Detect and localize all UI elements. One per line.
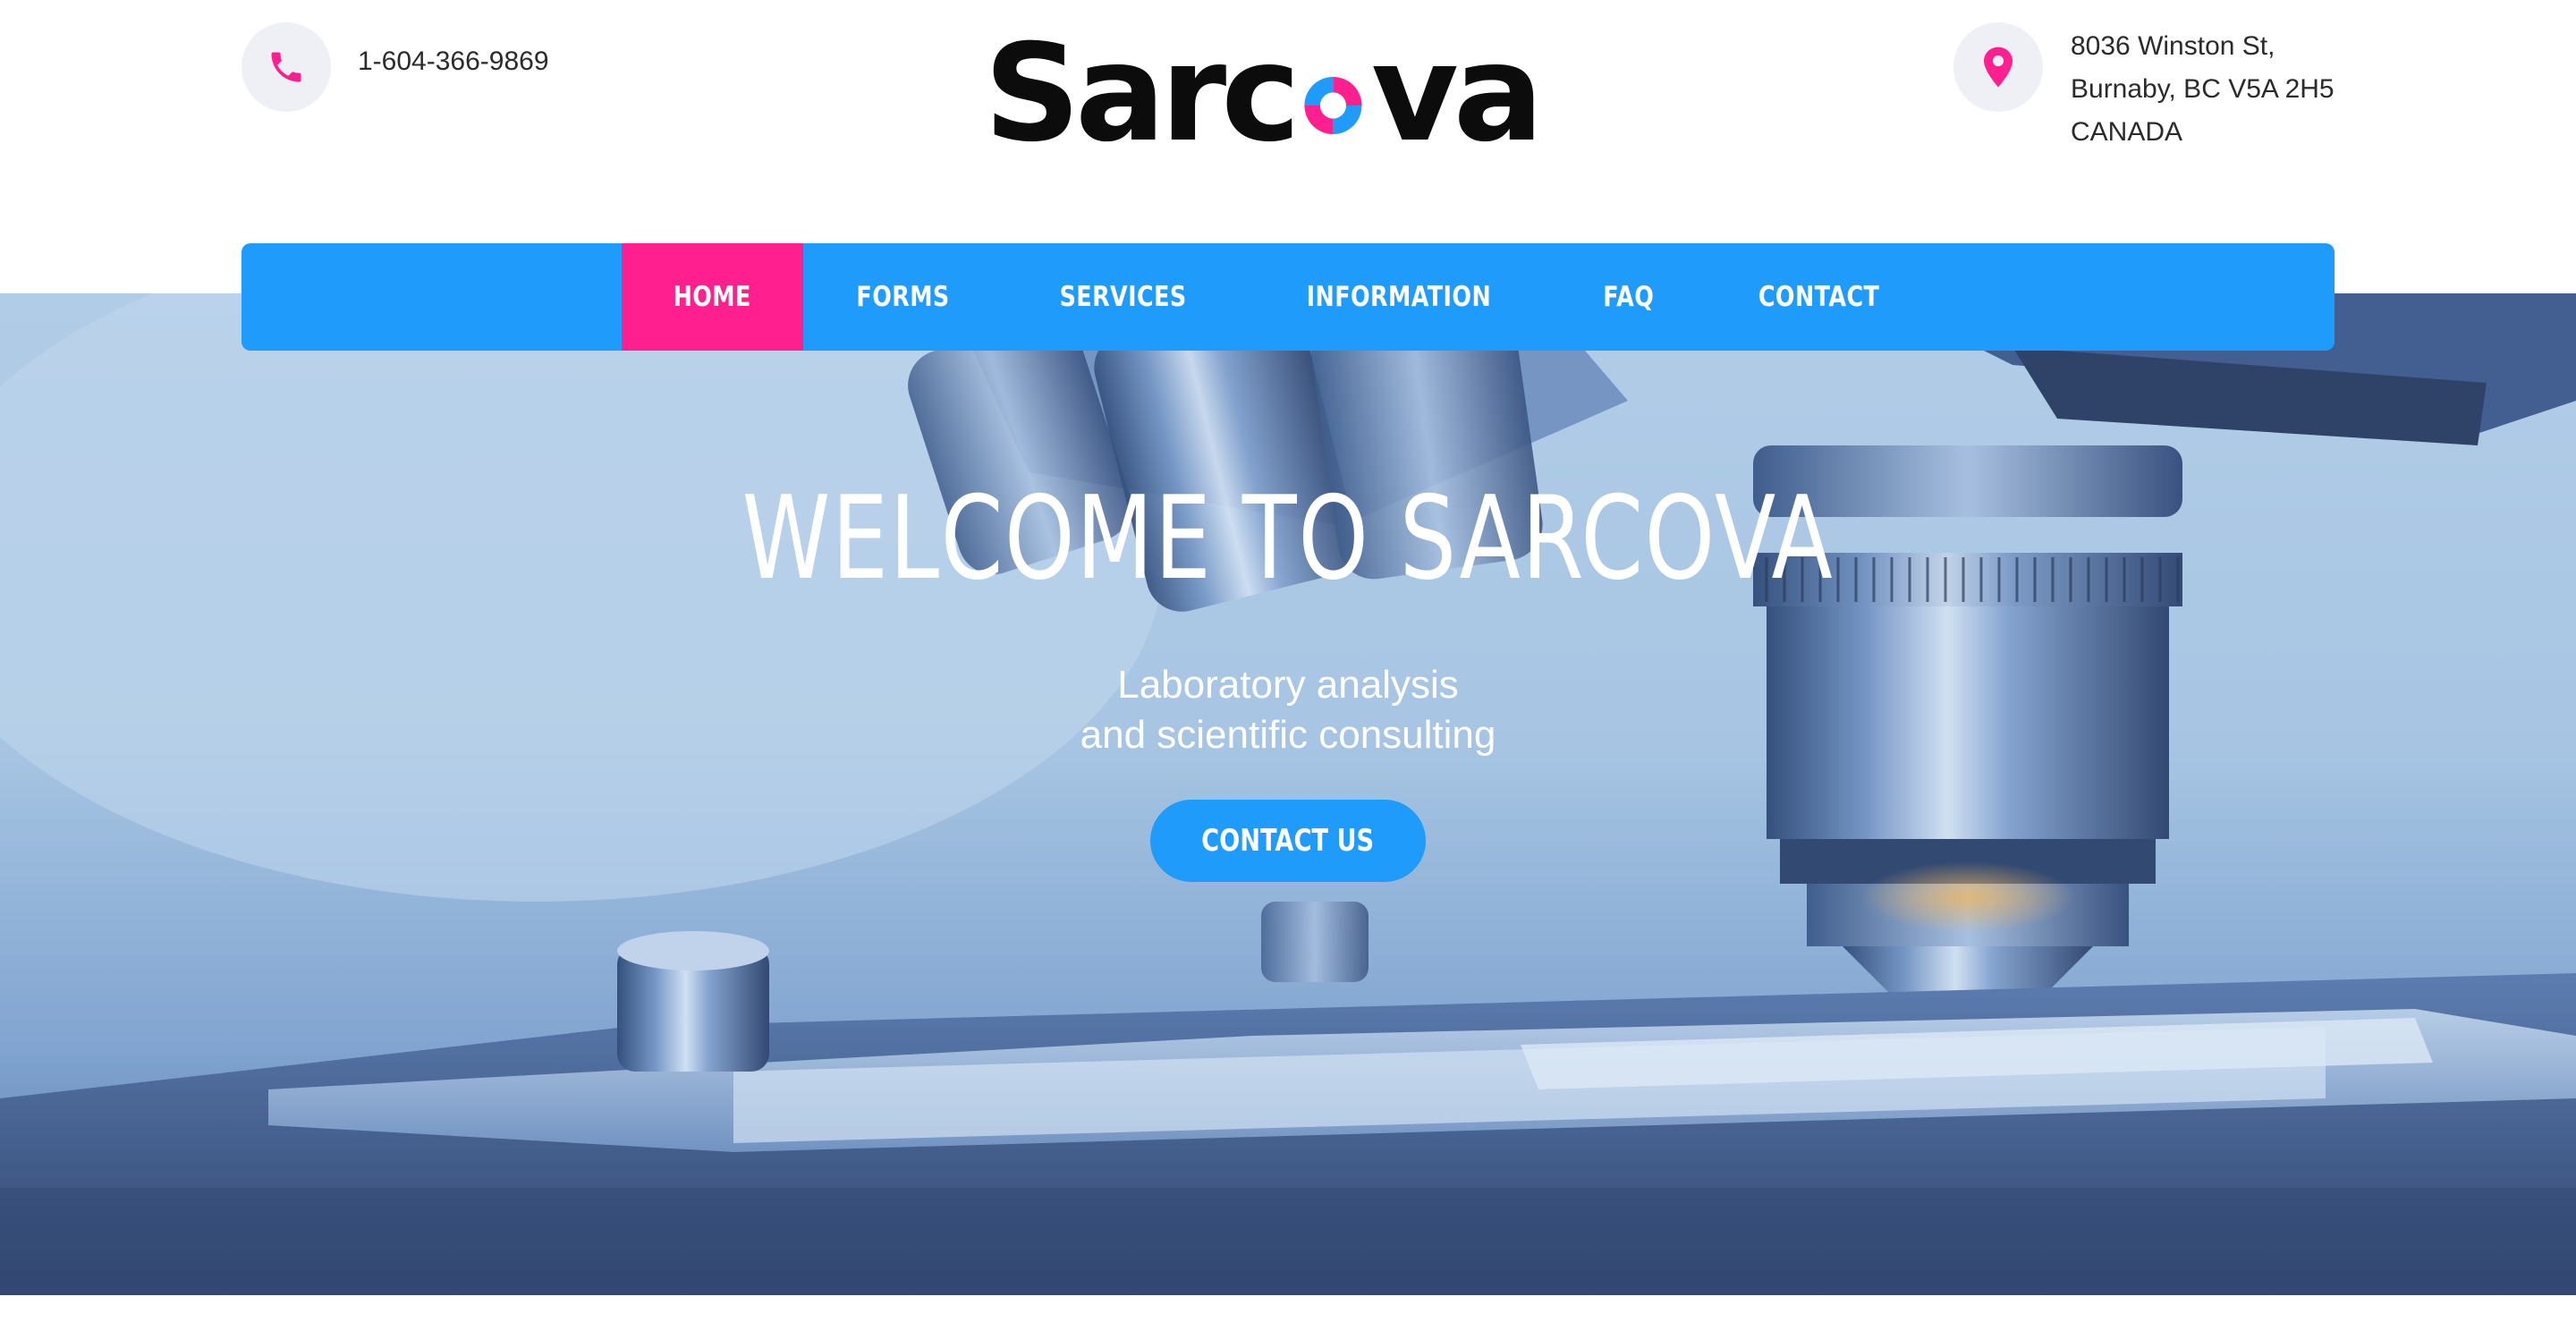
microscope-background-image <box>0 293 2576 1295</box>
address-line-2: Burnaby, BC V5A 2H5 <box>2071 74 2334 104</box>
hero-section: WELCOME TO SARCOVA Laboratory analysis a… <box>0 293 2576 1295</box>
nav-item-forms[interactable]: FORMS <box>821 243 985 351</box>
hero-subtitle-line-1: Laboratory analysis <box>1117 663 1459 707</box>
logo-o-mark <box>1304 76 1362 135</box>
hero-subtitle-line-2: and scientific consulting <box>1080 713 1496 757</box>
nav-item-contact[interactable]: CONTACT <box>1724 243 1915 351</box>
hero-title: WELCOME TO SARCOVA <box>741 472 1835 606</box>
logo-text-right: va <box>1371 16 1544 172</box>
main-navigation: HOME FORMS SERVICES INFORMATION FAQ CONT… <box>242 243 2334 351</box>
nav-item-home[interactable]: HOME <box>622 243 803 351</box>
phone-number[interactable]: 1-604-366-9869 <box>358 47 549 77</box>
hero-subtitle: Laboratory analysis and scientific consu… <box>0 660 2576 760</box>
logo-text-left: Sarc <box>984 16 1301 172</box>
nav-item-faq[interactable]: FAQ <box>1568 243 1690 351</box>
nav-item-information[interactable]: INFORMATION <box>1271 243 1526 351</box>
location-pin-icon[interactable] <box>1953 22 2043 112</box>
phone-icon[interactable] <box>242 22 331 112</box>
contact-us-button[interactable]: CONTACT US <box>1150 800 1426 882</box>
address-line-1: 8036 Winston St, <box>2071 31 2275 61</box>
site-logo[interactable]: Sarc va <box>984 16 1544 172</box>
address-line-3: CANADA <box>2071 117 2183 147</box>
page-bottom-strip <box>0 1295 2576 1322</box>
address-block: 8036 Winston St, Burnaby, BC V5A 2H5 CAN… <box>2071 25 2334 154</box>
nav-item-services[interactable]: SERVICES <box>1024 243 1222 351</box>
